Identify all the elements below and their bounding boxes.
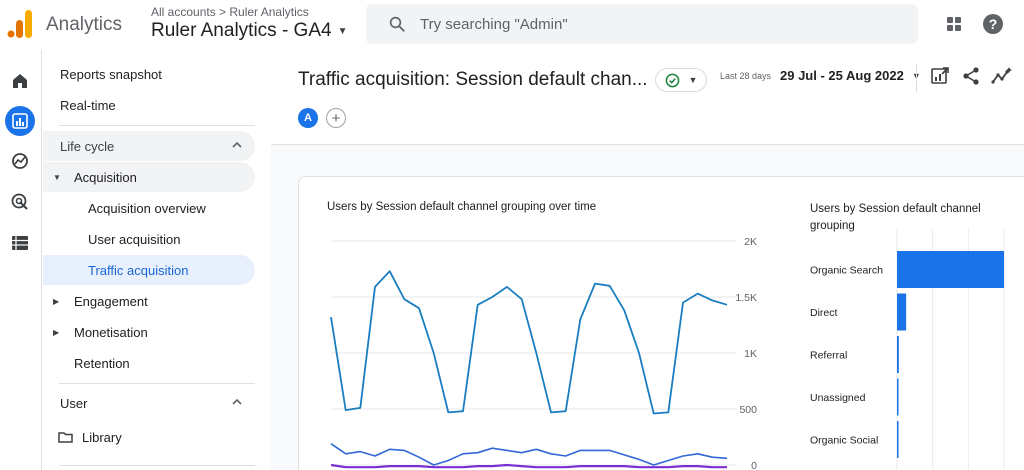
main-content: Traffic acquisition: Session default cha… [271, 50, 1024, 470]
report-status-button[interactable]: ▼ [655, 68, 707, 92]
help-icon[interactable]: ? [982, 13, 1004, 35]
search-bar[interactable] [366, 4, 918, 44]
bar [897, 421, 899, 458]
nav-label: User acquisition [88, 231, 181, 247]
rail-reports[interactable] [5, 106, 35, 136]
nav-label: Monetisation [74, 324, 148, 340]
nav-traffic-acquisition[interactable]: Traffic acquisition [43, 255, 255, 285]
nav-acquisition[interactable]: ▼ Acquisition [43, 162, 255, 192]
nav-label: Real-time [60, 97, 116, 113]
left-rail [0, 50, 42, 470]
nav-monetisation[interactable]: ▶ Monetisation [43, 317, 255, 347]
caret-down-icon: ▼ [337, 25, 348, 37]
nav-label: Reports snapshot [60, 66, 162, 82]
app-name: Analytics [46, 14, 123, 35]
search-input[interactable] [420, 15, 860, 33]
top-bar: Analytics All accounts > Ruler Analytics… [0, 0, 1024, 50]
caret-down-icon: ▼ [53, 173, 61, 182]
nav-library[interactable]: Library [43, 422, 255, 452]
nav-acquisition-overview[interactable]: Acquisition overview [43, 193, 255, 223]
series-line [330, 443, 728, 466]
y-tick-label: 1K [744, 348, 757, 360]
property-name: Ruler Analytics - GA4 [151, 20, 332, 41]
nav-user-acquisition[interactable]: User acquisition [43, 224, 255, 254]
folder-icon [58, 432, 73, 443]
section-label: User [60, 395, 88, 411]
y-tick-label: 1.5K [735, 292, 757, 304]
analytics-logo[interactable] [7, 10, 33, 38]
chevron-up-icon [232, 141, 242, 148]
nav-label: Traffic acquisition [88, 262, 189, 278]
nav-divider [59, 125, 255, 126]
y-tick-label: 0 [751, 460, 757, 470]
apps-grid-icon[interactable] [946, 16, 962, 32]
nav-section-lifecycle[interactable]: Life cycle [43, 131, 255, 161]
caret-down-icon: ▼ [688, 75, 698, 85]
bar-category-label: Organic Social [810, 435, 878, 447]
nav-section-user[interactable]: User [43, 388, 255, 418]
caret-right-icon: ▶ [53, 328, 60, 337]
bar [897, 293, 907, 331]
y-tick-label: 500 [739, 404, 757, 416]
date-range-value: 29 Jul - 25 Aug 2022 [780, 68, 904, 83]
series-line [330, 270, 728, 415]
check-circle-icon [665, 73, 679, 87]
bar-category-label: Direct [810, 307, 838, 319]
search-icon [389, 16, 405, 32]
bar-category-label: Organic Search [810, 265, 883, 277]
bar-category-label: Referral [810, 350, 847, 362]
svg-text:?: ? [989, 16, 998, 32]
rail-advertising[interactable] [5, 187, 35, 217]
nav-label: Engagement [74, 293, 148, 309]
section-label: Life cycle [60, 138, 115, 154]
comparison-badge[interactable]: A [298, 108, 318, 128]
bar-category-label: Unassigned [810, 392, 866, 404]
bar [897, 251, 1004, 288]
home-icon [13, 74, 27, 88]
explore-icon [12, 153, 28, 169]
nav-retention[interactable]: Retention [43, 348, 255, 378]
nav-divider [59, 383, 255, 384]
nav-reports-snapshot[interactable]: Reports snapshot [43, 59, 255, 89]
report-nav: Reports snapshot Real-time Life cycle ▼ … [43, 50, 270, 470]
share-icon[interactable] [961, 66, 981, 86]
date-range-label: Last 28 days [720, 71, 772, 81]
date-range-picker[interactable]: 29 Jul - 25 Aug 2022 ▼ [780, 68, 921, 83]
configure-icon [12, 236, 28, 250]
nav-divider [59, 465, 255, 466]
nav-realtime[interactable]: Real-time [43, 90, 255, 120]
header-divider [916, 64, 917, 92]
nav-label: Acquisition [74, 169, 137, 185]
advertising-icon [11, 193, 28, 210]
nav-label: Acquisition overview [88, 200, 206, 216]
nav-engagement[interactable]: ▶ Engagement [43, 286, 255, 316]
report-header: Traffic acquisition: Session default cha… [271, 50, 1024, 145]
rail-home[interactable] [5, 66, 35, 96]
y-tick-label: 2K [744, 236, 757, 248]
customize-report-icon[interactable] [930, 66, 950, 86]
rail-configure[interactable] [5, 228, 35, 258]
bar [897, 378, 899, 416]
nav-label: Library [82, 429, 122, 445]
nav-label: Retention [74, 355, 130, 371]
caret-right-icon: ▶ [53, 297, 60, 306]
add-comparison-button[interactable]: + [326, 108, 346, 128]
account-breadcrumb[interactable]: All accounts > Ruler Analytics [151, 5, 309, 19]
rail-explore[interactable] [5, 146, 35, 176]
report-title: Traffic acquisition: Session default cha… [298, 69, 648, 90]
property-selector[interactable]: Ruler Analytics - GA4 ▼ [151, 20, 347, 42]
chart-card: Users by Session default channel groupin… [298, 176, 1024, 470]
bar [897, 336, 899, 373]
chart-canvas: 2K 1.5K 1K 500 0 Organic Search Direct Referral… [330, 229, 1005, 470]
chevron-up-icon [232, 398, 242, 405]
insights-icon[interactable] [991, 66, 1013, 86]
reports-icon [12, 113, 28, 129]
